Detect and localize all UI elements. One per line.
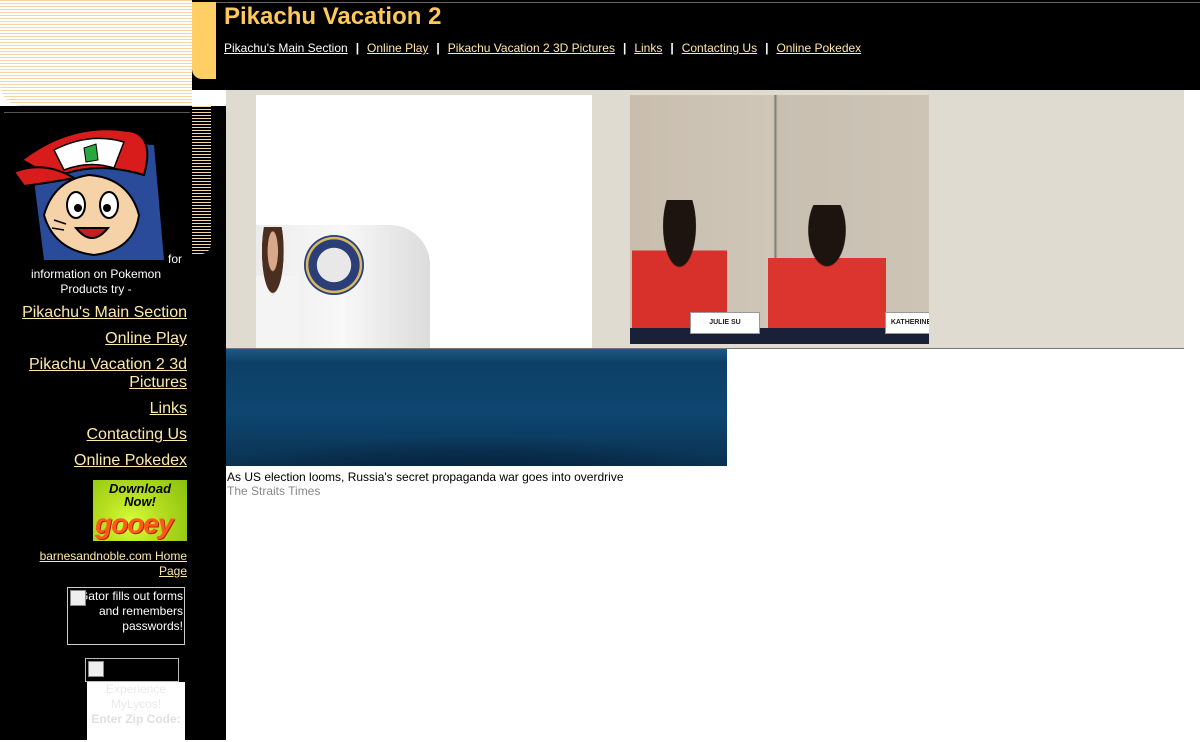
sidebar: for information on Pokemon Products try … — [0, 106, 226, 742]
top-nav-separator: | — [670, 41, 674, 55]
sidebar-nav: Pikachu's Main Section Online Play Pikac… — [7, 304, 187, 478]
top-nav-separator: | — [436, 41, 440, 55]
nameplate-left: JULIE SU — [690, 312, 760, 334]
sidebar-link-links[interactable]: Links — [7, 400, 187, 418]
story-source: The Straits Times — [227, 484, 321, 498]
promo-text: for information on Pokemon Products try … — [14, 252, 182, 297]
top-nav-separator: | — [765, 41, 769, 55]
promo-body: information on Pokemon Products try - — [30, 267, 162, 296]
gator-ad[interactable]: Gator fills out forms and remembers pass… — [67, 587, 185, 645]
top-nav-online-pokedex[interactable]: Online Pokedex — [776, 41, 861, 55]
gooey-tagline: Download Now! — [108, 481, 172, 509]
top-nav-separator: | — [622, 41, 627, 55]
top-nav-3d-pictures[interactable]: Pikachu Vacation 2 3D Pictures — [448, 41, 615, 55]
broken-image-placeholder — [85, 658, 179, 682]
nameplate-right: KATHERINE — [885, 312, 929, 334]
gooey-download-ad[interactable]: Download Now! gooey — [93, 480, 187, 541]
top-nav-main-section[interactable]: Pikachu's Main Section — [224, 41, 348, 55]
sidebar-link-main-section[interactable]: Pikachu's Main Section — [7, 304, 187, 322]
promo-for: for — [167, 252, 182, 266]
vice-president-seal — [304, 235, 364, 295]
broken-image-icon — [70, 590, 86, 606]
sidebar-link-online-pokedex[interactable]: Online Pokedex — [7, 452, 187, 470]
header-corner-decoration — [0, 0, 192, 106]
site-title: Pikachu Vacation 2 — [224, 3, 442, 30]
ash-mascot-image — [14, 128, 164, 260]
sidebar-link-3d-pictures[interactable]: Pikachu Vacation 2 3d Pictures — [7, 356, 187, 392]
lycos-line1: Experience MyLycos! — [105, 682, 167, 711]
header-accent-tab — [192, 2, 216, 79]
sidebar-stripe-decoration — [192, 106, 211, 254]
top-nav-online-play[interactable]: Online Play — [367, 41, 428, 55]
story-headline[interactable]: As US election looms, Russia's secret pr… — [227, 470, 624, 484]
top-nav-contacting-us[interactable]: Contacting Us — [682, 41, 757, 55]
story-image-shadow — [226, 436, 727, 466]
sidebar-link-online-play[interactable]: Online Play — [7, 330, 187, 348]
top-nav-links[interactable]: Links — [634, 41, 662, 55]
photo-person-right — [768, 205, 886, 344]
photo-gallery: JULIE SU KATHERINE — [226, 90, 1184, 349]
sidebar-rule — [4, 112, 190, 113]
story-image[interactable] — [226, 349, 727, 466]
broken-image-icon — [88, 661, 104, 677]
gallery-photo-vice-president[interactable] — [256, 95, 592, 348]
gator-ad-text: Gator fills out forms and remembers pass… — [78, 589, 183, 633]
story-image-fold — [226, 349, 727, 363]
barnesandnoble-link[interactable]: barnesandnoble.com Home Page — [17, 549, 187, 579]
gooey-brand: gooey — [95, 508, 173, 539]
photo-person — [256, 227, 298, 348]
top-nav: Pikachu's Main Section | Online Play | Pikac… — [224, 41, 861, 55]
lycos-line2: Enter Zip Code: — [91, 712, 181, 726]
lycos-widget[interactable]: Experience MyLycos! Enter Zip Code: — [87, 682, 185, 742]
gallery-photo-panel[interactable]: JULIE SU KATHERINE — [630, 95, 929, 344]
sidebar-link-contacting-us[interactable]: Contacting Us — [7, 426, 188, 444]
site-header: Pikachu Vacation 2 Pikachu's Main Sectio… — [192, 0, 1200, 90]
top-nav-separator: | — [355, 41, 360, 55]
